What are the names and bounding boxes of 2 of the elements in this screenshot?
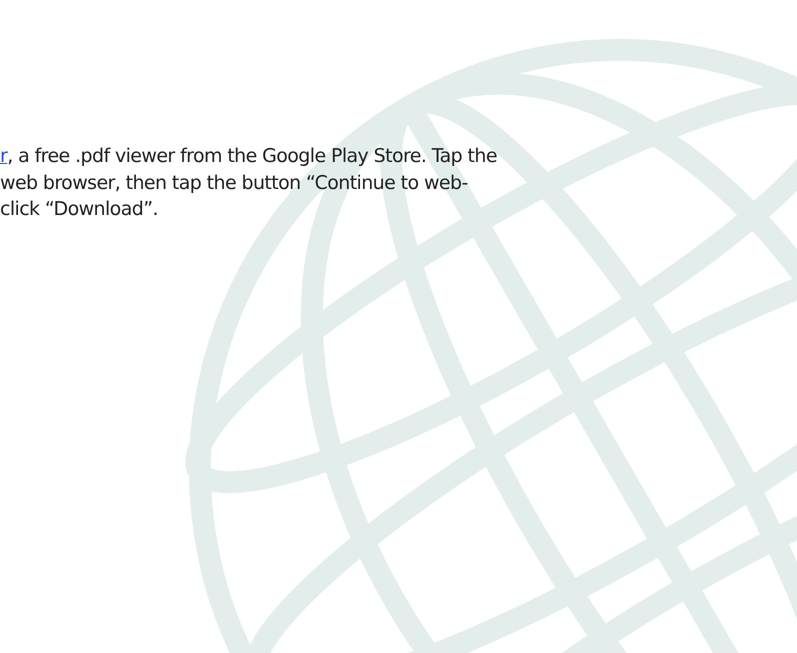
instruction-paragraph: r, a free .pdf viewer from the Google Play Store. Tap the web browser, then tap the button “Continue to web- click “Download”. (0, 144, 497, 222)
reader-link[interactable]: r (0, 145, 8, 167)
